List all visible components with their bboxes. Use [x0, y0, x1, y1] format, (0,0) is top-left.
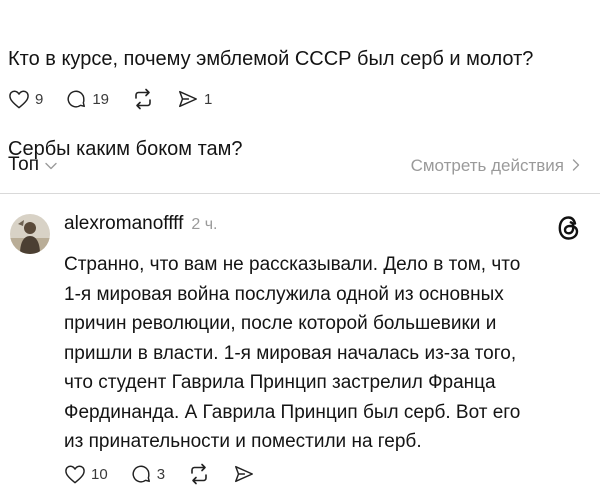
divider — [0, 193, 600, 194]
username-link[interactable]: alexromanoffff — [64, 213, 183, 235]
comment-reply-button[interactable]: 3 — [130, 463, 165, 485]
view-activity-label: Смотреть действия — [410, 156, 564, 175]
replies-header: Топ Смотреть действия — [0, 150, 600, 180]
heart-icon — [8, 89, 30, 109]
comment-bubble-icon — [65, 88, 87, 110]
comment-text: Странно, что вам не рассказывали. Дело в… — [64, 250, 588, 457]
sort-dropdown[interactable]: Топ — [8, 154, 57, 176]
post-repost-button[interactable] — [131, 88, 155, 110]
comment-share-button[interactable] — [233, 463, 255, 485]
comment-text-line: Странно, что вам не рассказывали. Дело в… — [64, 254, 521, 275]
view-activity-link[interactable]: Смотреть действия — [411, 156, 580, 176]
comment-text-line: что студент Гаврила Принцип застрелил Фр… — [64, 372, 496, 393]
chevron-down-icon — [45, 154, 57, 176]
post-share-count: 1 — [204, 90, 213, 108]
post-reply-button[interactable]: 19 — [65, 88, 109, 110]
comment-text-line: пришли в власти. 1-я мировая началась из… — [64, 342, 517, 364]
post-action-bar: 9 19 1 — [8, 88, 234, 110]
comment-text-line: из принательности и поместили на герб. — [64, 431, 422, 452]
send-icon — [177, 88, 199, 110]
timestamp: 2 ч. — [191, 216, 218, 233]
comment-text-line: Фердинанда. А Гаврила Принцип был серб. … — [64, 401, 521, 423]
post-share-button[interactable]: 1 — [177, 88, 212, 110]
comment-bubble-icon — [130, 463, 152, 485]
post-reply-count: 19 — [92, 90, 110, 108]
comment-reply-count: 3 — [156, 465, 166, 483]
comment-action-bar: 10 3 — [64, 463, 277, 485]
comment-like-button[interactable]: 10 — [64, 464, 108, 484]
avatar[interactable] — [10, 214, 50, 254]
chevron-right-icon — [572, 156, 580, 176]
comment-like-count: 10 — [91, 465, 108, 483]
send-icon — [233, 463, 255, 485]
post-like-count: 9 — [35, 90, 44, 108]
comment-text-line: 1-я мировая война послужила одной из осн… — [64, 283, 504, 305]
repost-icon — [131, 88, 155, 110]
comment-header: alexromanoffff 2 ч. — [64, 213, 218, 235]
comment-text-line: причин революции, после которой большеви… — [64, 313, 497, 334]
heart-icon — [64, 464, 86, 484]
threads-logo-icon — [556, 214, 582, 247]
repost-icon — [187, 463, 211, 485]
comment-repost-button[interactable] — [187, 463, 211, 485]
post-text-line: Кто в курсе, почему эмблемой СССР был се… — [8, 48, 534, 70]
sort-label: Топ — [8, 154, 39, 175]
post-like-button[interactable]: 9 — [8, 89, 43, 109]
